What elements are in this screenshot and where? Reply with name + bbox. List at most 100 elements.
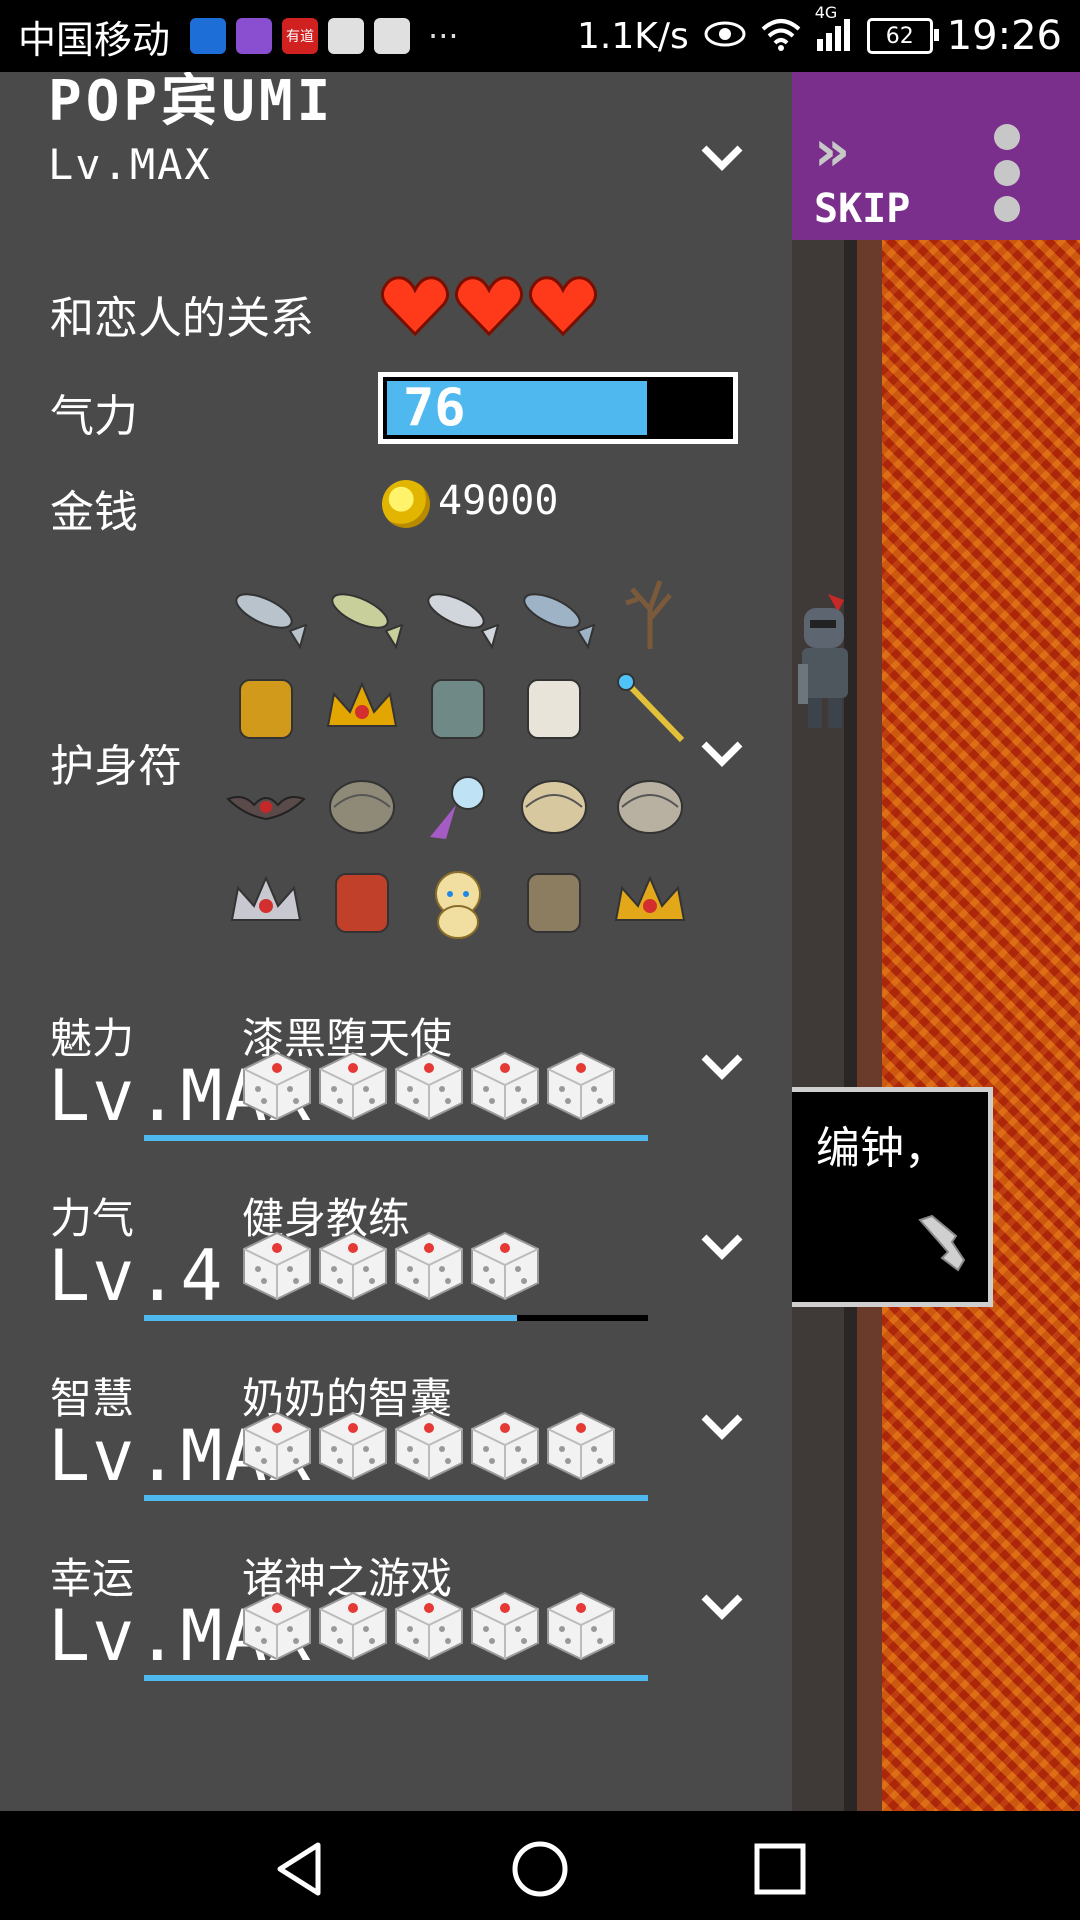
ammonite-fossil-icon[interactable] <box>506 756 602 853</box>
character-level: Lv.MAX <box>48 140 212 189</box>
golden-puppy-icon[interactable] <box>410 853 506 950</box>
oyster-shell-icon[interactable] <box>602 756 698 853</box>
stat-progress-bar <box>144 1675 648 1681</box>
die-icon <box>544 1589 618 1663</box>
heart-icon <box>380 274 450 337</box>
chevron-down-icon[interactable] <box>700 1051 744 1081</box>
baidu-app-icon <box>374 18 411 54</box>
money-label: 金钱 <box>50 487 138 538</box>
die-icon <box>544 1049 618 1123</box>
character-name: POP宾UMI <box>48 72 335 134</box>
die-icon <box>316 1409 390 1483</box>
stat-dice <box>240 1589 618 1663</box>
perfume-bottle-icon[interactable] <box>410 756 506 853</box>
dungeon-wall <box>792 240 882 1811</box>
youdao-app-icon: 有道 <box>282 18 319 54</box>
eye-icon <box>703 19 747 53</box>
wifi-icon <box>761 17 801 55</box>
stat-progress-bar <box>144 1495 648 1501</box>
stat-dice <box>240 1409 618 1483</box>
status-panel: POP宾UMI Lv.MAX 和恋人的关系 气力 76 金钱 49000 护身符… <box>0 72 792 1811</box>
energy-label: 气力 <box>50 391 138 442</box>
white-horn-icon[interactable] <box>506 659 602 756</box>
balloon-app-icon <box>328 18 365 54</box>
energy-value: 76 <box>403 378 466 438</box>
lava-floor <box>882 240 1080 1811</box>
stat-progress-fill <box>144 1315 517 1321</box>
die-icon <box>392 1409 466 1483</box>
home-icon[interactable] <box>510 1839 570 1899</box>
stat-progress-fill <box>144 1495 648 1501</box>
die-icon <box>240 1049 314 1123</box>
game-scene: » SKIP 编钟， <box>792 72 1080 1811</box>
red-lobster-icon[interactable] <box>314 853 410 950</box>
energy-bar: 76 <box>378 372 738 444</box>
charms-grid <box>218 562 708 962</box>
die-icon <box>392 1589 466 1663</box>
silver-fish-icon[interactable] <box>410 562 506 659</box>
relationship-label: 和恋人的关系 <box>50 293 314 344</box>
stat-dice <box>240 1229 542 1303</box>
silver-tiara-icon[interactable] <box>218 853 314 950</box>
network-speed: 1.1K/s <box>576 15 689 57</box>
die-icon <box>468 1589 542 1663</box>
die-icon <box>468 1229 542 1303</box>
ruby-tiara-icon[interactable] <box>602 853 698 950</box>
stat-strength[interactable]: 力气 健身教练 Lv.4 <box>0 1185 792 1355</box>
knight-sprite <box>798 594 854 734</box>
stat-luck[interactable]: 幸运 诸神之游戏 Lv.MAX <box>0 1545 792 1715</box>
coral-branch-icon[interactable] <box>602 562 698 659</box>
die-icon <box>392 1049 466 1123</box>
skip-label: SKIP <box>814 186 911 232</box>
dinosaur-skull-icon[interactable] <box>506 853 602 950</box>
charms-label: 护身符 <box>50 741 182 792</box>
navigation-bar <box>0 1811 1080 1920</box>
crown-icon[interactable] <box>314 659 410 756</box>
wifi-app-icon <box>190 18 227 54</box>
stat-level: Lv.4 <box>48 1235 225 1317</box>
battery-icon: 62 <box>866 18 939 54</box>
yellowfin-fish-icon[interactable] <box>314 562 410 659</box>
die-icon <box>240 1409 314 1483</box>
battery-level: 62 <box>885 23 914 49</box>
chevron-down-icon[interactable] <box>700 142 744 172</box>
gallery-app-icon <box>236 18 273 54</box>
bronze-bell-icon[interactable] <box>410 659 506 756</box>
die-icon <box>392 1229 466 1303</box>
signal-icon: 4G <box>815 3 853 55</box>
stat-wisdom[interactable]: 智慧 奶奶的智囊 Lv.MAX <box>0 1365 792 1535</box>
clam-shell-icon[interactable] <box>314 756 410 853</box>
chevron-down-icon[interactable] <box>700 1231 744 1261</box>
bat-icon[interactable] <box>218 756 314 853</box>
die-icon <box>468 1049 542 1123</box>
stat-progress-fill <box>144 1675 648 1681</box>
dialog-text: 编钟， <box>816 1123 948 1174</box>
chevron-down-icon[interactable] <box>700 738 744 768</box>
tuna-fish-icon[interactable] <box>218 562 314 659</box>
chevron-down-icon[interactable] <box>700 1591 744 1621</box>
skip-button[interactable]: » SKIP <box>814 124 924 234</box>
die-icon <box>240 1589 314 1663</box>
recents-icon[interactable] <box>750 1839 810 1899</box>
golden-hammer-icon[interactable] <box>218 659 314 756</box>
more-notifications-icon: ··· <box>428 17 459 55</box>
heart-icon <box>528 274 598 337</box>
dialog-box[interactable]: 编钟， <box>792 1087 993 1307</box>
blue-fish-icon[interactable] <box>506 562 602 659</box>
clock: 19:26 <box>946 13 1062 59</box>
fast-forward-icon: » <box>814 119 850 184</box>
chevron-down-icon[interactable] <box>700 1411 744 1441</box>
back-icon[interactable] <box>270 1839 330 1899</box>
carrier-name: 中国移动 <box>18 17 171 62</box>
coin-icon <box>382 480 430 528</box>
jeweled-scepter-icon[interactable] <box>602 659 698 756</box>
more-menu-button[interactable] <box>992 124 1022 234</box>
stat-progress-bar <box>144 1135 648 1141</box>
stat-dice <box>240 1049 618 1123</box>
stat-progress-bar <box>144 1315 648 1321</box>
die-icon <box>544 1409 618 1483</box>
stat-charm[interactable]: 魅力 漆黑堕天使 Lv.MAX <box>0 1005 792 1175</box>
money-amount: 49000 <box>438 478 559 524</box>
relationship-hearts <box>380 274 598 337</box>
network-type: 4G <box>814 3 838 22</box>
